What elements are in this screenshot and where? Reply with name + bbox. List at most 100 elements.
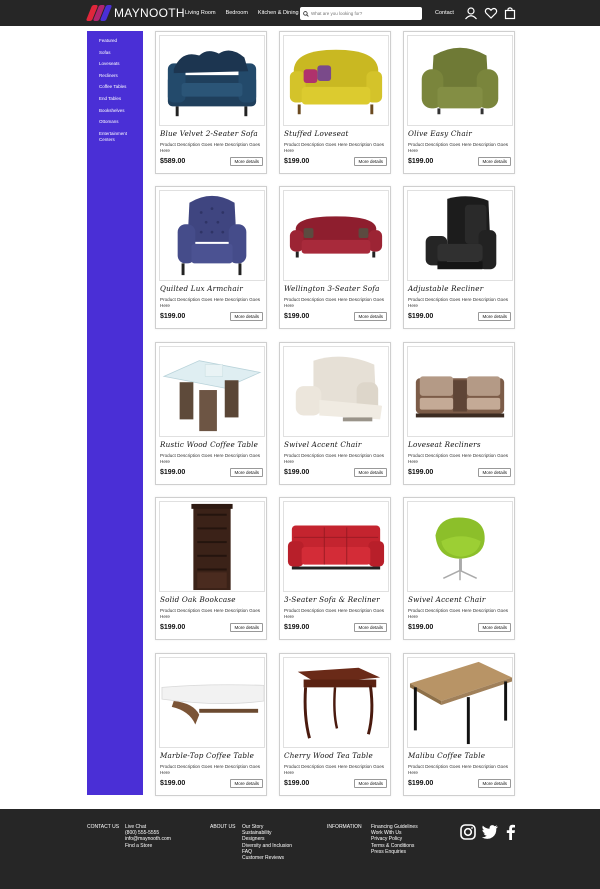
product-title[interactable]: Quilted Lux Armchair (160, 284, 243, 293)
site-header: MAYNOOTH Living Room Bedroom Kitchen & D… (0, 0, 600, 26)
twitter-icon[interactable] (481, 823, 499, 841)
product-title[interactable]: 3-Seater Sofa & Recliner (284, 595, 380, 604)
product-image[interactable] (407, 190, 513, 281)
product-card[interactable]: Olive Easy Chair Product Description Goes… (403, 31, 515, 174)
more-details-button[interactable]: More details (354, 468, 387, 477)
sidebar-item-featured[interactable]: Featured (99, 38, 143, 44)
product-title[interactable]: Solid Oak Bookcase (160, 595, 236, 604)
product-title[interactable]: Rustic Wood Coffee Table (160, 440, 258, 449)
product-title[interactable]: Malibu Coffee Table (408, 751, 485, 760)
nav-kitchen-dining[interactable]: Kitchen & Dining (258, 10, 299, 16)
more-details-button[interactable]: More details (354, 312, 387, 321)
nav-living-room[interactable]: Living Room (185, 10, 216, 16)
sidebar-item-end-tables[interactable]: End Tables (99, 96, 143, 102)
account-icon[interactable] (464, 6, 478, 20)
product-image[interactable] (159, 501, 265, 592)
product-card[interactable]: Adjustable Recliner Product Description G… (403, 186, 515, 329)
sidebar-item-coffee-tables[interactable]: Coffee Tables (99, 84, 143, 90)
product-price: $199.00 (160, 313, 186, 320)
more-details-button[interactable]: More details (230, 312, 263, 321)
product-image[interactable] (283, 501, 389, 592)
product-card[interactable]: Malibu Coffee Table Product Description G… (403, 653, 515, 796)
more-details-button[interactable]: More details (478, 157, 511, 166)
product-card[interactable]: Swivel Accent Chair Product Description G… (403, 497, 515, 640)
product-card[interactable]: Loveseat Recliners Product Description Go… (403, 342, 515, 485)
product-image[interactable] (407, 657, 513, 748)
more-details-button[interactable]: More details (478, 468, 511, 477)
sidebar-item-entertainment-centers[interactable]: Entertainment Centers (99, 131, 135, 143)
product-image[interactable] (283, 35, 389, 126)
product-description: Product Description Goes Here Descriptio… (284, 608, 385, 619)
product-image[interactable] (159, 657, 265, 748)
product-title[interactable]: Wellington 3-Seater Sofa (284, 284, 380, 293)
more-details-button[interactable]: More details (478, 779, 511, 788)
product-image[interactable] (407, 346, 513, 437)
sidebar-item-ottomans[interactable]: Ottomans (99, 119, 143, 125)
product-image[interactable] (407, 501, 513, 592)
more-details-button[interactable]: More details (354, 779, 387, 788)
more-details-button[interactable]: More details (354, 623, 387, 632)
main-nav: Living Room Bedroom Kitchen & Dining (185, 0, 299, 26)
product-image[interactable] (159, 346, 265, 437)
product-price: $199.00 (408, 624, 434, 631)
footer-terms[interactable]: Terms & Conditions (371, 843, 418, 849)
product-card[interactable]: 3-Seater Sofa & Recliner Product Descript… (279, 497, 391, 640)
product-image[interactable] (283, 190, 389, 281)
product-title[interactable]: Adjustable Recliner (408, 284, 483, 293)
product-description: Product Description Goes Here Descriptio… (160, 608, 261, 619)
product-description: Product Description Goes Here Descriptio… (408, 764, 509, 775)
product-card[interactable]: Stuffed Loveseat Product Description Goes… (279, 31, 391, 174)
product-price: $199.00 (284, 158, 310, 165)
product-card[interactable]: Rustic Wood Coffee Table Product Descript… (155, 342, 267, 485)
product-title[interactable]: Swivel Accent Chair (408, 595, 486, 604)
product-price: $199.00 (284, 624, 310, 631)
product-card[interactable]: Swivel Accent Chair Product Description G… (279, 342, 391, 485)
more-details-button[interactable]: More details (230, 157, 263, 166)
category-sidebar: Featured Sofas Loveseats Recliners Coffe… (87, 31, 143, 795)
product-card[interactable]: Marble-Top Coffee Table Product Descripti… (155, 653, 267, 796)
product-card[interactable]: Blue Velvet 2-Seater Sofa Product Descrip… (155, 31, 267, 174)
more-details-button[interactable]: More details (354, 157, 387, 166)
search-input[interactable] (311, 11, 421, 16)
product-title[interactable]: Marble-Top Coffee Table (160, 751, 254, 760)
brand-name: MAYNOOTH (114, 6, 185, 20)
more-details-button[interactable]: More details (230, 623, 263, 632)
product-title[interactable]: Swivel Accent Chair (284, 440, 362, 449)
instagram-icon[interactable] (459, 823, 477, 841)
product-title[interactable]: Blue Velvet 2-Seater Sofa (160, 129, 258, 138)
product-card[interactable]: Wellington 3-Seater Sofa Product Descript… (279, 186, 391, 329)
sidebar-item-recliners[interactable]: Recliners (99, 73, 143, 79)
product-card[interactable]: Quilted Lux Armchair Product Description … (155, 186, 267, 329)
product-title[interactable]: Cherry Wood Tea Table (284, 751, 373, 760)
product-image[interactable] (283, 346, 389, 437)
bag-icon[interactable] (503, 6, 517, 20)
product-image[interactable] (407, 35, 513, 126)
brand-logo[interactable]: MAYNOOTH (85, 4, 185, 22)
more-details-button[interactable]: More details (478, 312, 511, 321)
footer-email[interactable]: info@maynooth.com (125, 836, 171, 842)
footer-diversity[interactable]: Diversity and Inclusion (242, 843, 292, 849)
more-details-button[interactable]: More details (230, 779, 263, 788)
facebook-icon[interactable] (502, 823, 520, 841)
product-image[interactable] (159, 35, 265, 126)
footer-press[interactable]: Press Enquiries (371, 849, 418, 855)
sidebar-item-sofas[interactable]: Sofas (99, 50, 143, 56)
footer-reviews[interactable]: Customer Reviews (242, 855, 292, 861)
product-title[interactable]: Stuffed Loveseat (284, 129, 349, 138)
more-details-button[interactable]: More details (230, 468, 263, 477)
nav-bedroom[interactable]: Bedroom (226, 10, 248, 16)
product-description: Product Description Goes Here Descriptio… (160, 453, 261, 464)
heart-icon[interactable] (484, 6, 498, 20)
product-image[interactable] (159, 190, 265, 281)
sidebar-item-bookshelves[interactable]: Bookshelves (99, 108, 143, 114)
sidebar-item-loveseats[interactable]: Loveseats (99, 61, 143, 67)
product-card[interactable]: Solid Oak Bookcase Product Description Go… (155, 497, 267, 640)
product-image[interactable] (283, 657, 389, 748)
product-card[interactable]: Cherry Wood Tea Table Product Description… (279, 653, 391, 796)
footer-find-store[interactable]: Find a Store (125, 843, 171, 849)
product-title[interactable]: Loveseat Recliners (408, 440, 481, 449)
more-details-button[interactable]: More details (478, 623, 511, 632)
product-description: Product Description Goes Here Descriptio… (408, 142, 509, 153)
contact-link[interactable]: Contact (435, 10, 454, 16)
product-title[interactable]: Olive Easy Chair (408, 129, 472, 138)
